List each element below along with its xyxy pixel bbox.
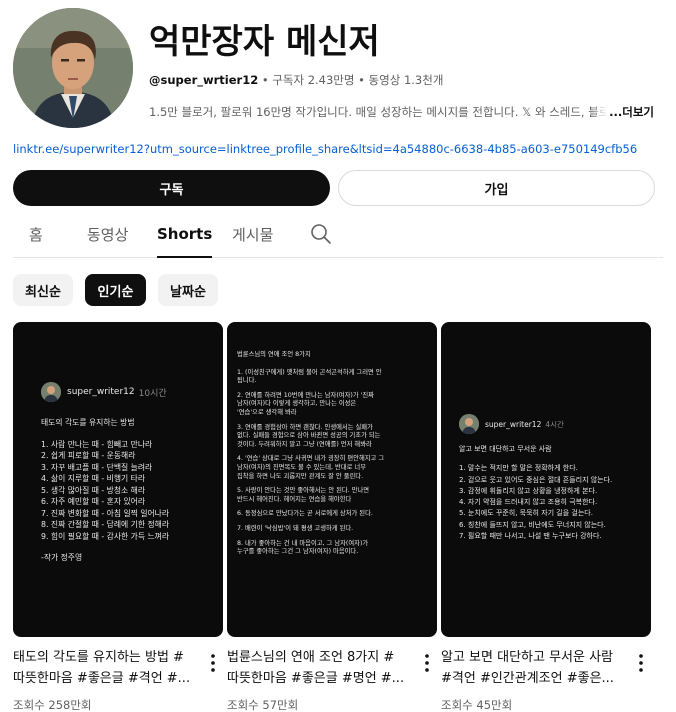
short-title[interactable]: 법륜스님의 연애 조언 8가지 # 따뜻한마음 #좋은글 #명언 #... <box>227 647 412 689</box>
short-card[interactable]: super_writer12 4시간 알고 보면 대단하고 무서운 사람 1. … <box>441 322 651 712</box>
thumb-line: 5. 사랑이 안다는 것만 좋아해서는 안 된다. 만나면 <box>237 487 370 495</box>
subscribe-button[interactable]: 구독 <box>13 170 330 206</box>
thumb-line: 3. 연애를 경험삼아 하면 괜찮다. 인생에서는 실패가 <box>237 423 373 431</box>
author-avatar <box>459 414 479 434</box>
short-thumbnail[interactable]: super_writer12 4시간 알고 보면 대단하고 무서운 사람 1. … <box>441 322 651 637</box>
post-time: 10시간 <box>138 388 167 399</box>
author-name: super_writer12 <box>485 419 542 429</box>
thumb-line: 7. 진짜 변화할 때 - 아침 일찍 일어나라 <box>41 508 170 518</box>
thumb-line: 누구를 좋아하는 그건 그 남자(여자) 마음이다. <box>237 548 359 556</box>
author-name: super_writer12 <box>67 387 135 397</box>
thumb-line: 6. 칭찬에 들뜨지 않고, 비난에도 무너지지 않는다. <box>459 520 606 529</box>
more-options-icon[interactable] <box>633 652 649 674</box>
thumb-line: 됩니다. <box>237 377 257 385</box>
channel-meta: @super_wrtier12 • 구독자 2.43만명 • 동영상 1.3천개 <box>149 72 663 88</box>
short-card[interactable]: 법륜스님의 연애 조언 8가지 1. (이성친구에게) 옛처럼 볼어 곤석곤석하… <box>227 322 437 712</box>
thumb-line: 5. 생각 많아질 때 - 방청소 해라 <box>41 485 146 495</box>
more-link[interactable]: ...더보기 <box>591 104 654 120</box>
thumb-line: 3. 자꾸 배고플 때 - 단백질 늘려라 <box>41 462 153 472</box>
thumb-line: 1. 사람 만나는 때 - 힘빼고 만나라 <box>41 439 153 449</box>
thumb-heading: 태도의 각도를 유지하는 방법 <box>41 418 135 427</box>
thumb-line: 남자(여자)다 이렇게 생각하고, 만나는 이성은 <box>237 400 357 408</box>
view-count: 조회수 57만회 <box>227 698 299 712</box>
search-icon[interactable] <box>310 223 332 245</box>
short-title-line: #격언 #인간관계조언 #좋은... <box>441 671 614 686</box>
channel-tabs: 홈 동영상 Shorts 게시물 <box>13 212 663 258</box>
channel-handle: @super_wrtier12 <box>149 73 259 87</box>
thumb-line: 8. 내가 좋아하는 건 내 마음이고, 그 남자(여자)가 <box>237 539 369 547</box>
thumb-line: 3. 감정에 휘둘리지 않고 상황을 냉정하게 본다. <box>459 486 598 495</box>
short-title-line: 따뜻한마음 #좋은글 #명언 #... <box>227 671 405 686</box>
channel-stats: • 구독자 2.43만명 • 동영상 1.3천개 <box>258 73 444 87</box>
short-card[interactable]: super_writer12 10시간 태도의 각도를 유지하는 방법 1. 사… <box>13 322 223 712</box>
avatar-portrait-image <box>13 8 133 128</box>
thumb-line: 5. 눈치에도 꾸준히, 묵묵히 자기 길을 걸는다. <box>459 509 593 518</box>
view-count: 조회수 258만회 <box>13 698 92 712</box>
more-options-icon[interactable] <box>419 652 435 674</box>
more-options-icon[interactable] <box>205 652 221 674</box>
thumb-line: 2. 쉽게 피로할 때 - 운동해라 <box>41 451 136 460</box>
channel-name: 억만장자 메신저 <box>149 22 380 62</box>
thumb-line: 8. 진짜 간절할 때 - 답례에 기한 정해라 <box>41 520 170 529</box>
thumb-line: 없다. 실패들 경험으로 삼아 바뀐면 성공의 기초가 되는 <box>237 432 381 440</box>
thumb-line: 1. 말수는 적지만 할 말은 정확하게 한다. <box>459 464 578 473</box>
thumb-line: 2. 겉으로 웃고 있어도 중심은 절대 흔들리지 않는다. <box>459 475 613 484</box>
thumb-line: 4. 삶이 지루할 때 - 비행기 타라 <box>41 474 146 483</box>
channel-header: 억만장자 메신저 @super_wrtier12 • 구독자 2.43만명 • … <box>13 8 663 133</box>
short-title-line: 태도의 각도를 유지하는 방법 # <box>13 650 184 665</box>
thumb-heading: 알고 보면 대단하고 무서운 사람 <box>459 445 552 453</box>
thumb-line: 6. 자주 예민할 때 - 혼자 있어라 <box>41 497 146 506</box>
thumb-line: 6. 동정심으로 만났다가는 곧 서로에게 상처가 된다. <box>237 510 373 518</box>
chip-oldest[interactable]: 날짜순 <box>158 274 218 306</box>
short-thumbnail[interactable]: 법륜스님의 연애 조언 8가지 1. (이성친구에게) 옛처럼 볼어 곤석곤석하… <box>227 322 437 637</box>
thumb-author: super_writer12 10시간 <box>41 382 167 402</box>
short-title-line: 따뜻한마음 #좋은글 #격언 #... <box>13 671 191 686</box>
thumb-line: 9. 힘이 필요할 때 - 감사한 가득 느껴라 <box>41 531 170 541</box>
short-title-line: 법륜스님의 연애 조언 8가지 # <box>227 650 395 665</box>
chip-latest[interactable]: 최신순 <box>13 274 73 306</box>
thumb-line: 집착을 하면 나도 괴롭지만 관계도 잘 안 풀린다. <box>237 472 364 480</box>
channel-avatar[interactable] <box>13 8 133 128</box>
view-count: 조회수 45만회 <box>441 698 513 712</box>
short-title[interactable]: 알고 보면 대단하고 무서운 사람 #격언 #인간관계조언 #좋은... <box>441 647 626 689</box>
tab-videos[interactable]: 동영상 <box>87 212 128 257</box>
tab-posts[interactable]: 게시물 <box>232 212 273 257</box>
thumb-heading: 법륜스님의 연애 조언 8가지 <box>237 351 311 358</box>
thumb-text: 태도의 각도를 유지하는 방법 1. 사람 만나는 때 - 힘빼고 만나라 2.… <box>41 417 169 564</box>
description-text: 1.5만 블로거, 팔로워 16만명 작가입니다. 매일 성장하는 메시지를 전… <box>149 105 654 119</box>
thumb-text: 법륜스님의 연애 조언 8가지 1. (이성친구에게) 옛처럼 볼어 곤석곤석하… <box>237 351 384 557</box>
thumb-line: 것이다. 두려워하지 말고 그냥 (연애를) 먼저 해봐라 <box>237 440 372 448</box>
thumb-line: 4. 자기 약점을 드러내지 않고 조용히 극복한다. <box>459 498 598 507</box>
short-title-line: 알고 보면 대단하고 무서운 사람 <box>441 650 614 665</box>
thumb-author: super_writer12 4시간 <box>459 414 564 434</box>
thumb-line: 4. '연습' 상대로 그냥 사귀면 내가 굉장히 편안해지고 그 <box>237 455 385 463</box>
tab-home[interactable]: 홈 <box>29 212 43 257</box>
chip-popular[interactable]: 인기순 <box>85 274 146 306</box>
channel-external-link[interactable]: linktr.ee/superwriter12?utm_source=linkt… <box>13 142 637 156</box>
author-avatar <box>41 382 61 402</box>
join-button[interactable]: 가입 <box>338 170 655 206</box>
thumb-line: '연습'으로 생각해 봐라 <box>237 408 297 416</box>
thumb-signature: -작가 정주영 <box>41 553 83 562</box>
thumb-line: 7. 배련이 '낙심밥'이 돼 평생 고생하게 된다. <box>237 524 354 532</box>
thumb-line: 반드시 헤어진다. 헤어지는 연습을 해야한다 <box>237 495 352 503</box>
short-thumbnail[interactable]: super_writer12 10시간 태도의 각도를 유지하는 방법 1. 사… <box>13 322 223 637</box>
thumb-line: 7. 필요할 때만 나서고, 나설 땐 누구보다 강하다. <box>459 532 602 541</box>
post-time: 4시간 <box>545 419 564 429</box>
thumb-line: 1. (이성친구에게) 옛처럼 볼어 곤석곤석하게 그러면 안 <box>237 368 382 376</box>
channel-description[interactable]: 1.5만 블로거, 팔로워 16만명 작가입니다. 매일 성장하는 메시지를 전… <box>149 104 654 120</box>
thumb-line: 남자(여자)의 진면목도 볼 수 있는데, 반대로 너무 <box>237 463 366 471</box>
thumb-text: 알고 보면 대단하고 무서운 사람 1. 말수는 적지만 할 말은 정확하게 한… <box>459 444 612 542</box>
short-title[interactable]: 태도의 각도를 유지하는 방법 # 따뜻한마음 #좋은글 #격언 #... <box>13 647 198 689</box>
tab-shorts[interactable]: Shorts <box>157 212 213 258</box>
